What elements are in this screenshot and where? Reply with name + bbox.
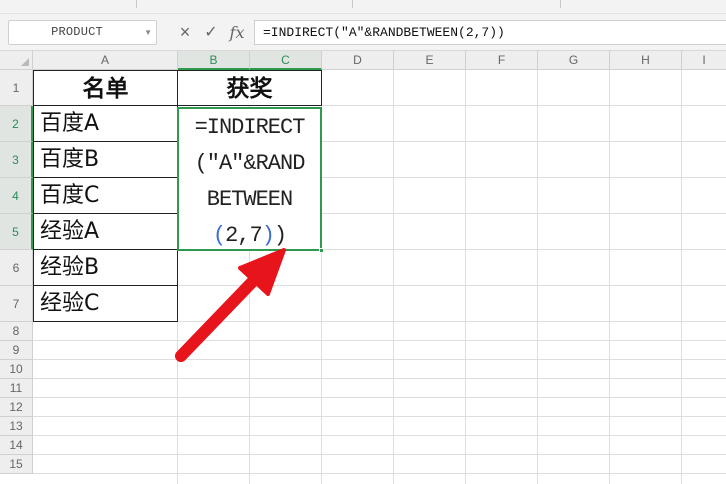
row-header-8[interactable]: 8 [0,322,33,341]
gridline [33,359,726,360]
row-header-6[interactable]: 6 [0,250,33,286]
column-header-f[interactable]: F [466,51,538,70]
gridline [33,397,726,398]
column-header-c[interactable]: C [250,51,322,70]
row-header-12[interactable]: 12 [0,398,33,417]
gridline [33,435,726,436]
close-paren-inner: ) [261,223,275,248]
gridline [681,70,682,484]
spreadsheet-grid[interactable]: A B C D E F G H I 1 2 3 4 5 6 7 8 9 10 1… [0,51,726,484]
cell-a1[interactable]: 名单 [33,70,178,106]
open-paren: ( [212,223,226,248]
gridline [465,70,466,484]
fill-handle[interactable] [319,248,324,253]
active-cell-formula-line-1: =INDIRECT [194,115,306,140]
formula-bar: PRODUCT ▼ × ✓ fx =INDIRECT("A"&RANDBETWE… [0,14,726,51]
top-strip-divider [352,0,353,8]
row-header-11[interactable]: 11 [0,379,33,398]
function-args: 2,7 [225,223,263,248]
close-paren-outer: ) [273,223,287,248]
active-cell-b2[interactable]: =INDIRECT ("A"&RAND BETWEEN (2,7)) [177,107,324,253]
row-header-9[interactable]: 9 [0,341,33,360]
gridline [393,70,394,484]
cell-a2[interactable]: 百度A [33,106,178,142]
row-header-7[interactable]: 7 [0,286,33,322]
active-cell-formula-line-3: BETWEEN [206,187,293,212]
row-header-5[interactable]: 5 [0,214,33,250]
name-box[interactable]: PRODUCT ▼ [8,20,157,45]
select-all-corner[interactable] [0,51,33,70]
active-cell-formula-line-4: (2,7)) [179,223,320,248]
row-header-15[interactable]: 15 [0,455,33,474]
row-header-2[interactable]: 2 [0,106,33,142]
top-strip-divider [136,0,137,8]
cell-a3[interactable]: 百度B [33,142,178,178]
gridline [537,70,538,484]
formula-input[interactable]: =INDIRECT("A"&RANDBETWEEN(2,7)) [254,20,726,45]
confirm-icon[interactable]: ✓ [202,20,220,45]
row-header-10[interactable]: 10 [0,360,33,379]
cancel-icon[interactable]: × [176,20,194,45]
column-header-g[interactable]: G [538,51,610,70]
cell-a7[interactable]: 经验C [33,286,178,322]
gridline [33,454,726,455]
column-header-b[interactable]: B [178,51,250,70]
chevron-down-icon[interactable]: ▼ [144,21,152,44]
active-cell-formula-line-2: ("A"&RAND [194,151,306,176]
formula-input-text: =INDIRECT("A"&RANDBETWEEN(2,7)) [263,25,505,40]
column-header-i[interactable]: I [682,51,726,70]
name-box-value: PRODUCT [51,25,103,39]
row-header-4[interactable]: 4 [0,178,33,214]
gridline [33,340,726,341]
gridline [609,70,610,484]
select-all-triangle-icon [21,58,29,66]
gridline [33,473,726,474]
column-header-d[interactable]: D [322,51,394,70]
window-top-strip [0,0,726,14]
column-header-h[interactable]: H [610,51,682,70]
cell-a6[interactable]: 经验B [33,250,178,286]
column-header-e[interactable]: E [394,51,466,70]
cell-a4[interactable]: 百度C [33,178,178,214]
top-strip-divider [560,0,561,8]
cell-b1[interactable]: 获奖 [177,70,322,106]
row-header-13[interactable]: 13 [0,417,33,436]
row-header-3[interactable]: 3 [0,142,33,178]
insert-function-icon[interactable]: fx [226,20,248,45]
gridline [33,378,726,379]
row-header-1[interactable]: 1 [0,70,33,106]
row-header-14[interactable]: 14 [0,436,33,455]
cell-a5[interactable]: 经验A [33,214,178,250]
gridline [33,416,726,417]
column-header-a[interactable]: A [33,51,178,70]
